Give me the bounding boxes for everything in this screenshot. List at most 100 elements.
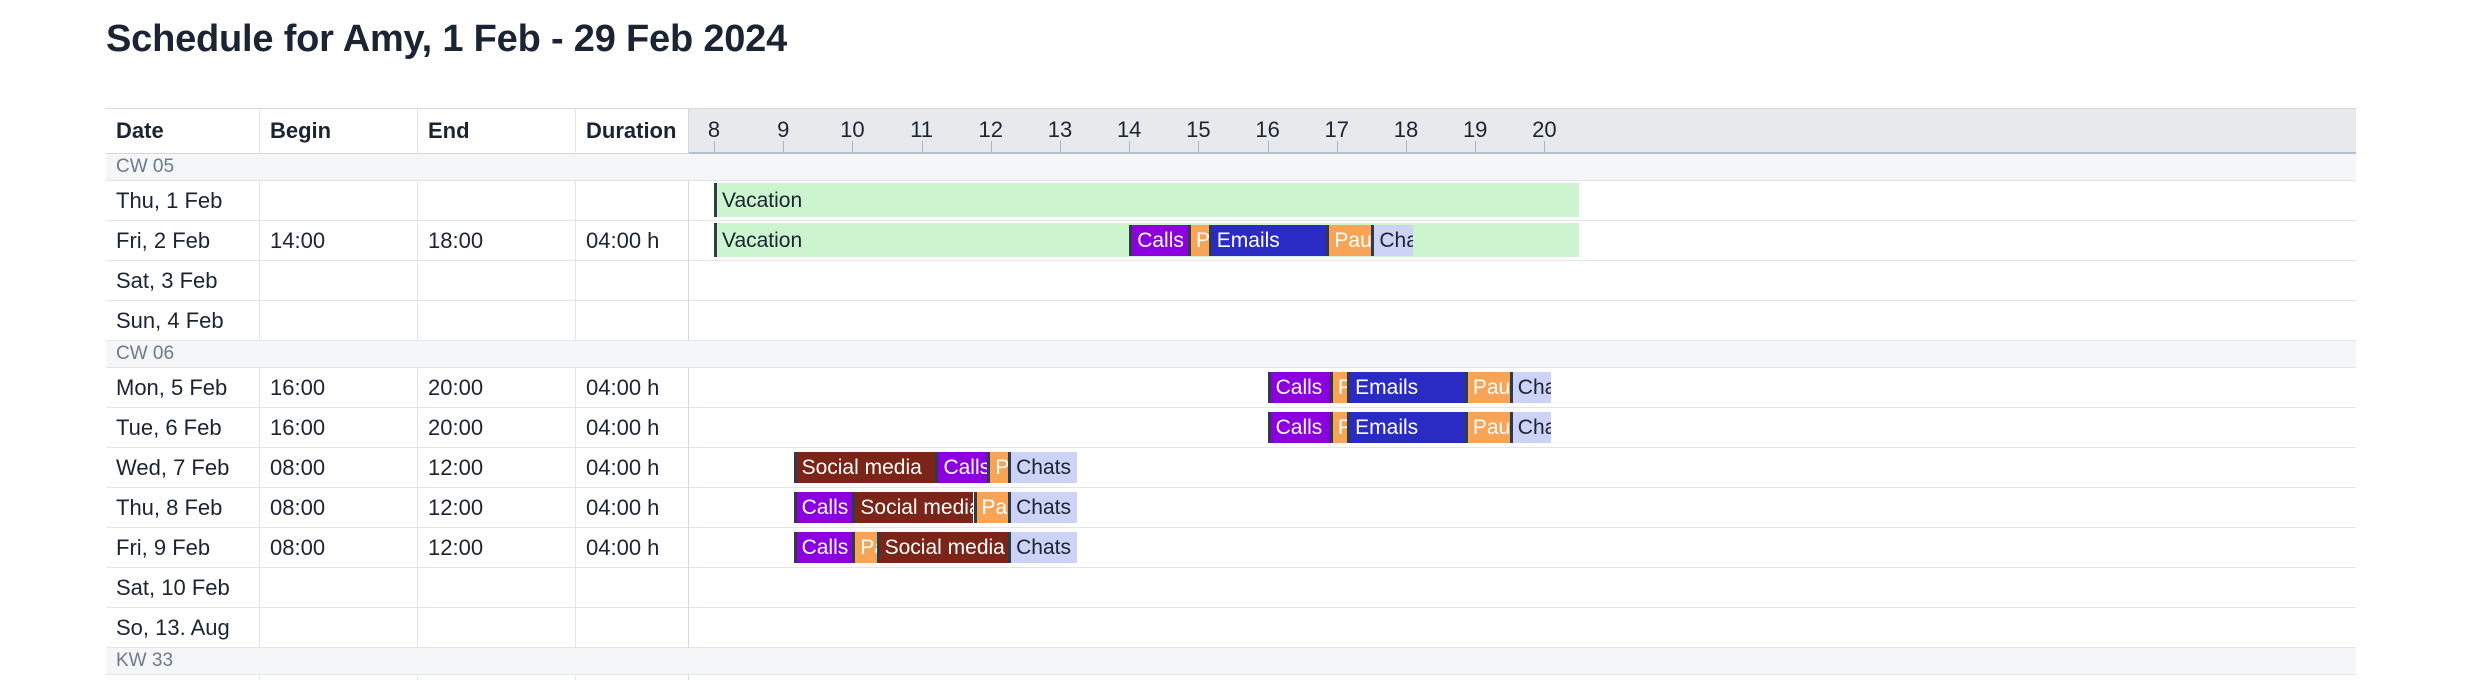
cell-date[interactable]: Sat, 3 Feb [106, 261, 260, 301]
gantt-bar-calls[interactable]: Calls [935, 452, 988, 483]
cell-date[interactable]: Sun, 4 Feb [106, 301, 260, 341]
gantt-bar-chats[interactable]: Chats [1008, 492, 1078, 523]
gantt-bar-calls[interactable]: Calls [1267, 372, 1330, 403]
cell-date[interactable] [106, 675, 260, 680]
gantt-bar-emails[interactable]: Emails [1347, 372, 1465, 403]
cell-duration[interactable] [576, 608, 689, 648]
gantt-bar-chats[interactable]: Chats [1371, 225, 1413, 256]
cell-end[interactable]: 20:00 [418, 368, 576, 408]
cell-begin[interactable] [260, 181, 418, 221]
gantt-bar-social_media[interactable]: Social media [852, 492, 974, 523]
gantt-bar-calls[interactable]: Calls [1267, 412, 1330, 443]
cell-begin[interactable]: 16:00 [260, 408, 418, 448]
timeline-lane[interactable]: Vacation [689, 181, 2356, 221]
timeline-lane[interactable]: Vacation Calls Pause Emails Pause Chats [689, 221, 2356, 261]
cell-date[interactable]: Fri, 2 Feb [106, 221, 260, 261]
timeline-lane[interactable]: Calls Pause Emails Pause Chats [689, 408, 2356, 448]
gantt-bar-emails[interactable]: Emails [1208, 225, 1327, 256]
gantt-bar-calls[interactable]: Calls [793, 492, 853, 523]
cell-begin[interactable]: 08:00 [260, 528, 418, 568]
timeline-lane[interactable]: Calls Pause Social media Chats [689, 528, 2356, 568]
table-row[interactable]: Fri, 2 Feb 14:00 18:00 04:00 h Vacation Calls… [106, 221, 2356, 261]
table-row[interactable]: Thu, 1 Feb Vacation [106, 181, 2356, 221]
timeline-lane[interactable] [689, 568, 2356, 608]
timeline-lane[interactable] [689, 301, 2356, 341]
col-header-duration[interactable]: Duration [576, 108, 689, 154]
gantt-bar-pause[interactable]: Pause [852, 532, 877, 563]
table-row[interactable]: Wed, 7 Feb 08:00 12:00 04:00 h Social media C… [106, 448, 2356, 488]
cell-duration[interactable]: 04:00 h [576, 368, 689, 408]
cell-duration[interactable]: 04:00 h [576, 448, 689, 488]
timeline-lane[interactable]: Social media Calls Pause Chats [689, 448, 2356, 488]
cell-begin[interactable] [260, 301, 418, 341]
cell-duration[interactable]: 04:00 h [576, 221, 689, 261]
col-header-date[interactable]: Date [106, 108, 260, 154]
gantt-bar-pause[interactable]: Pause [1188, 225, 1209, 256]
cell-begin[interactable]: 08:00 [260, 488, 418, 528]
table-row[interactable]: Sun, 4 Feb [106, 301, 2356, 341]
gantt-bar-pause[interactable]: Pause [1464, 372, 1510, 403]
cell-end[interactable] [418, 261, 576, 301]
cell-begin[interactable] [260, 261, 418, 301]
gantt-bar-chats[interactable]: Chats [1008, 532, 1078, 563]
cell-begin[interactable]: 14:00 [260, 221, 418, 261]
timeline-lane[interactable]: Calls Pause Emails Pause Chats [689, 368, 2356, 408]
cell-duration[interactable] [576, 568, 689, 608]
cell-duration[interactable] [576, 675, 689, 680]
gantt-bar-chats[interactable]: Chats [1008, 452, 1078, 483]
cell-date[interactable]: Tue, 6 Feb [106, 408, 260, 448]
cell-date[interactable]: Fri, 9 Feb [106, 528, 260, 568]
table-row[interactable]: So, 13. Aug [106, 608, 2356, 648]
table-row[interactable]: Sat, 10 Feb [106, 568, 2356, 608]
cell-duration[interactable]: 04:00 h [576, 488, 689, 528]
cell-begin[interactable]: 16:00 [260, 368, 418, 408]
table-row[interactable] [106, 675, 2356, 680]
timeline-lane[interactable] [689, 261, 2356, 301]
table-row[interactable]: Thu, 8 Feb 08:00 12:00 04:00 h Calls Social m… [106, 488, 2356, 528]
gantt-bar-pause[interactable]: Pause [973, 492, 1009, 523]
cell-duration[interactable]: 04:00 h [576, 528, 689, 568]
table-row[interactable]: Tue, 6 Feb16:0020:0004:00 h Calls Pause Ema… [106, 408, 2356, 448]
cell-end[interactable] [418, 675, 576, 680]
gantt-bar-social_media[interactable]: Social media [876, 532, 1009, 563]
cell-duration[interactable] [576, 261, 689, 301]
cell-end[interactable]: 12:00 [418, 488, 576, 528]
timeline-lane[interactable]: Calls Social media Pause Chats [689, 488, 2356, 528]
cell-date[interactable]: So, 13. Aug [106, 608, 260, 648]
timeline-lane[interactable] [689, 675, 2356, 680]
cell-end[interactable] [418, 608, 576, 648]
cell-end[interactable]: 12:00 [418, 448, 576, 488]
cell-begin[interactable] [260, 608, 418, 648]
cell-duration[interactable]: 04:00 h [576, 408, 689, 448]
cell-end[interactable] [418, 181, 576, 221]
cell-end[interactable] [418, 568, 576, 608]
cell-date[interactable]: Sat, 10 Feb [106, 568, 260, 608]
col-header-end[interactable]: End [418, 108, 576, 154]
cell-duration[interactable] [576, 301, 689, 341]
cell-end[interactable] [418, 301, 576, 341]
cell-end[interactable]: 18:00 [418, 221, 576, 261]
cell-end[interactable]: 20:00 [418, 408, 576, 448]
gantt-bar-calls[interactable]: Calls [1129, 225, 1188, 256]
cell-date[interactable]: Thu, 1 Feb [106, 181, 260, 221]
gantt-bar-chats[interactable]: Chats [1509, 372, 1552, 403]
gantt-bar-social_media[interactable]: Social media [793, 452, 936, 483]
cell-end[interactable]: 12:00 [418, 528, 576, 568]
cell-begin[interactable] [260, 675, 418, 680]
table-row[interactable]: Sat, 3 Feb [106, 261, 2356, 301]
gantt-bar-pause[interactable]: Pause [1329, 412, 1348, 443]
table-row[interactable]: Mon, 5 Feb16:0020:0004:00 h Calls Pause Ema… [106, 368, 2356, 408]
gantt-bar-pause[interactable]: Pause [1464, 412, 1510, 443]
gantt-bar-vacation[interactable]: Vacation [714, 183, 1579, 217]
gantt-bar-pause[interactable]: Pause [1329, 372, 1348, 403]
gantt-bar-chats[interactable]: Chats [1509, 412, 1552, 443]
cell-begin[interactable]: 08:00 [260, 448, 418, 488]
cell-date[interactable]: Wed, 7 Feb [106, 448, 260, 488]
cell-date[interactable]: Mon, 5 Feb [106, 368, 260, 408]
gantt-bar-pause[interactable]: Pause [987, 452, 1009, 483]
cell-begin[interactable] [260, 568, 418, 608]
timeline-lane[interactable] [689, 608, 2356, 648]
gantt-bar-emails[interactable]: Emails [1347, 412, 1465, 443]
gantt-bar-pause[interactable]: Pause [1326, 225, 1372, 256]
gantt-bar-calls[interactable]: Calls [793, 532, 853, 563]
